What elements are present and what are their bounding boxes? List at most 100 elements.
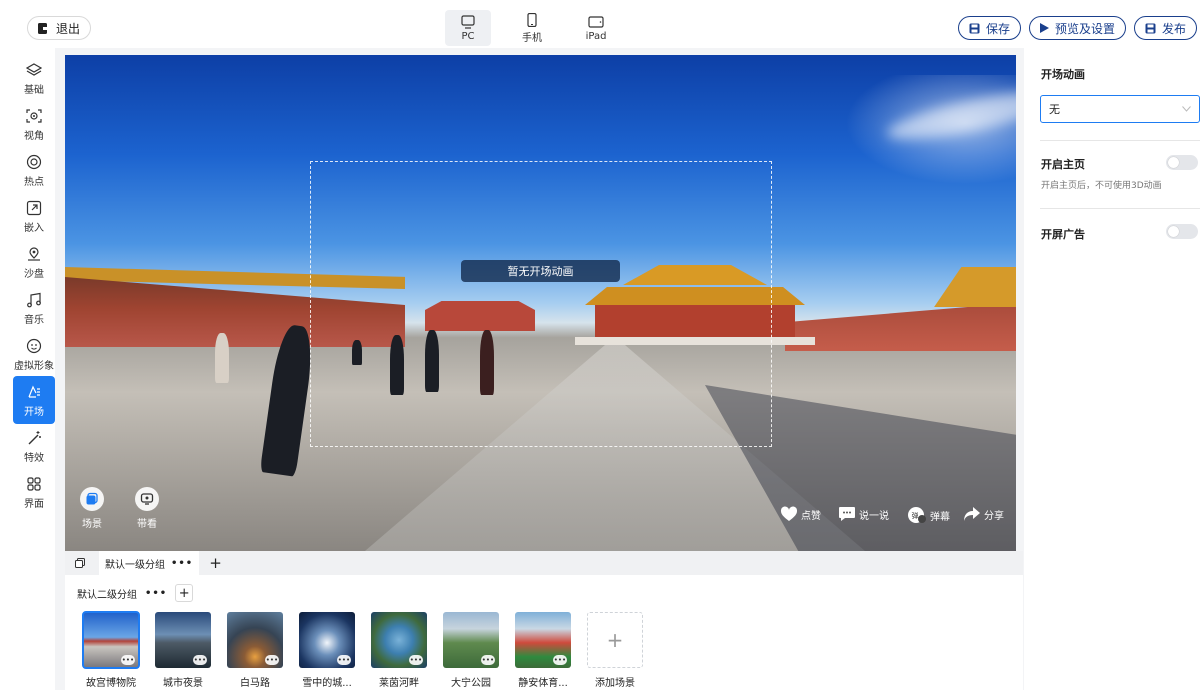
scene-button[interactable]: 场景 (80, 487, 104, 530)
scene-thumb[interactable]: ••• 大宁公园 (443, 612, 499, 689)
device-phone-label: 手机 (522, 32, 542, 44)
scene-thumb-more-icon[interactable]: ••• (409, 655, 423, 665)
scene-thumb-more-icon[interactable]: ••• (481, 655, 495, 665)
animation-frame-outline (310, 161, 772, 447)
publish-icon (1145, 23, 1156, 33)
exit-label: 退出 (55, 21, 80, 36)
scene-thumb-image: ••• (82, 611, 140, 669)
danmaku-icon: 弹 (908, 507, 926, 523)
editor-canvas: 暂无开场动画 场景 带看 点赞 说一说 弹 弹幕 分享 默认一级分组 ••• +… (55, 48, 1024, 690)
sidebar-item-label: 嵌入 (24, 222, 44, 234)
level1-group-tab[interactable]: 默认一级分组 ••• (99, 551, 200, 575)
homepage-toggle[interactable] (1166, 155, 1198, 170)
phone-icon (527, 12, 537, 27)
sidebar-item-music[interactable]: 音乐 (13, 284, 55, 332)
opening-icon (26, 383, 42, 401)
opening-animation-value: 无 (1049, 103, 1060, 116)
sidebar-item-view[interactable]: 视角 (13, 100, 55, 148)
device-pc-label: PC (461, 30, 475, 42)
divider (1040, 208, 1200, 209)
scene-thumb-more-icon[interactable]: ••• (193, 655, 207, 665)
view-angle-icon (26, 107, 42, 125)
preview-settings-button[interactable]: 预览及设置 (1028, 16, 1126, 40)
add-level2-group-button[interactable]: + (175, 584, 194, 602)
top-actions: 保存 预览及设置 发布 (957, 16, 1197, 40)
layers-toggle-icon[interactable] (73, 558, 87, 568)
scene-thumb[interactable]: ••• 莱茵河畔 (371, 612, 427, 689)
settings-panel: 开场动画 无 开启主页 开启主页后，不可使用3D动画 开屏广告 (1024, 48, 1203, 690)
save-button[interactable]: 保存 (957, 16, 1021, 40)
guided-tour-label: 带看 (137, 519, 157, 530)
preview-label: 预览及设置 (1054, 21, 1115, 36)
no-animation-badge: 暂无开场动画 (461, 260, 620, 282)
splash-ad-toggle[interactable] (1166, 224, 1198, 239)
sidebar-item-label: 开场 (24, 406, 44, 418)
save-label: 保存 (985, 21, 1010, 36)
sidebar-item-hotspot[interactable]: 热点 (13, 146, 55, 194)
scene-cube-icon (86, 492, 98, 505)
scene-thumb-label: 莱茵河畔 (379, 678, 419, 689)
device-ipad-label: iPad (585, 30, 607, 42)
scene-thumb[interactable]: ••• 雪中的城... (299, 612, 355, 689)
level2-group-label[interactable]: 默认二级分组 (77, 586, 137, 601)
guided-tour-button[interactable]: 带看 (135, 487, 159, 530)
scene-button-label: 场景 (82, 519, 102, 530)
right-roof (934, 267, 1016, 307)
device-ipad-tab[interactable]: iPad (573, 10, 619, 46)
sidebar-item-effects[interactable]: 特效 (13, 422, 55, 470)
add-scene-button[interactable]: + 添加场景 (587, 612, 643, 689)
panorama-preview[interactable]: 暂无开场动画 场景 带看 点赞 说一说 弹 弹幕 分享 (65, 55, 1016, 551)
sidebar-item-embed[interactable]: 嵌入 (13, 192, 55, 240)
svg-text:弹: 弹 (912, 511, 919, 520)
sidebar-item-label: 界面 (24, 498, 44, 510)
scene-thumb-more-icon[interactable]: ••• (265, 655, 279, 665)
sidebar-item-interface[interactable]: 界面 (13, 468, 55, 516)
level1-group-bar: 默认一级分组 ••• + (65, 551, 1023, 575)
danmaku-label: 弹幕 (930, 511, 950, 523)
scene-thumb-image: ••• (515, 612, 571, 668)
save-icon (969, 23, 980, 33)
sidebar-item-sandbox[interactable]: 沙盘 (13, 238, 55, 286)
like-action[interactable]: 点赞 (780, 506, 821, 522)
scene-thumb[interactable]: ••• 故宫博物院 (82, 611, 140, 689)
scene-thumb[interactable]: ••• 白马路 (227, 612, 283, 689)
scene-thumb[interactable]: ••• 静安体育... (515, 612, 571, 689)
danmaku-action[interactable]: 弹 弹幕 (907, 506, 950, 524)
scene-thumb[interactable]: ••• 城市夜景 (155, 612, 211, 689)
sidebar-item-label: 特效 (24, 452, 44, 464)
sidebar-item-opening[interactable]: 开场 (13, 376, 55, 424)
publish-button[interactable]: 发布 (1133, 16, 1197, 40)
scene-thumbnail-list: ••• 故宫博物院 ••• 城市夜景 ••• 白马路 ••• 雪中的城... •… (82, 611, 643, 689)
share-icon (964, 507, 980, 521)
scene-thumb-more-icon[interactable]: ••• (337, 655, 351, 665)
sidebar-item-label: 虚拟形象 (14, 360, 54, 372)
exit-button[interactable]: 退出 (27, 16, 91, 40)
device-pc-tab[interactable]: PC (445, 10, 491, 46)
top-bar: 退出 PC 手机 iPad 保存 预览及设置 发布 (0, 0, 1203, 48)
device-phone-tab[interactable]: 手机 (509, 10, 555, 46)
add-level1-group-button[interactable]: + (209, 554, 222, 572)
left-sidebar: 基础 视角 热点 嵌入 沙盘 音乐 虚拟形象 开场 特效 界面 (0, 48, 55, 690)
right-wall (785, 303, 1016, 351)
scene-thumb-more-icon[interactable]: ••• (121, 655, 135, 665)
scene-thumb-image: ••• (299, 612, 355, 668)
scene-thumb-more-icon[interactable]: ••• (553, 655, 567, 665)
scene-thumb-image: ••• (443, 612, 499, 668)
sidebar-item-avatar[interactable]: 虚拟形象 (13, 330, 55, 378)
opening-animation-select[interactable]: 无 (1040, 95, 1200, 123)
level2-group-more-icon[interactable]: ••• (145, 588, 167, 599)
scene-thumb-label: 大宁公园 (451, 678, 491, 689)
opening-animation-title: 开场动画 (1041, 68, 1085, 81)
sidebar-item-label: 热点 (24, 176, 44, 188)
sidebar-item-label: 视角 (24, 130, 44, 142)
publish-label: 发布 (1161, 21, 1186, 36)
share-action[interactable]: 分享 (963, 506, 1004, 522)
comment-icon (839, 507, 855, 521)
comment-action[interactable]: 说一说 (838, 506, 889, 522)
level1-group-more-icon[interactable]: ••• (171, 558, 193, 569)
splash-ad-label: 开屏广告 (1041, 228, 1085, 241)
scene-thumb-label: 雪中的城... (302, 678, 352, 689)
scene-thumb-image: ••• (371, 612, 427, 668)
sidebar-item-basic[interactable]: 基础 (13, 54, 55, 102)
magic-wand-icon (26, 429, 42, 447)
